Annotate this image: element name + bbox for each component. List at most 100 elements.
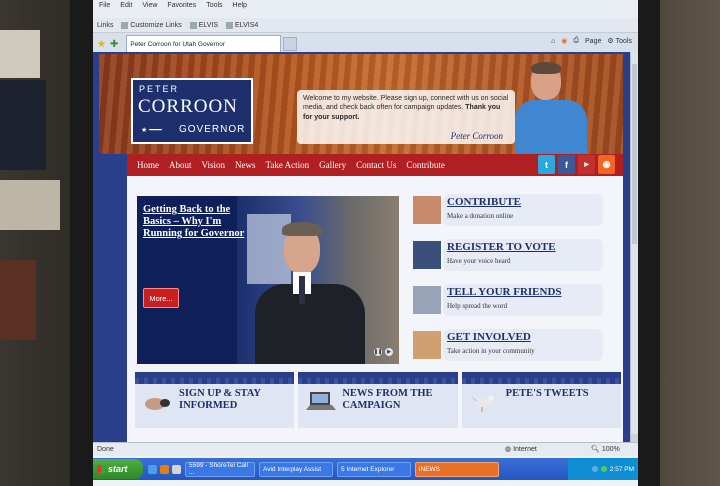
signup-block[interactable]: SIGN UP & STAY INFORMED (135, 372, 295, 428)
links-bar: Links Customize Links ELVIS ELVIS4 (93, 18, 638, 33)
register-photo (413, 241, 441, 269)
tab-current[interactable]: Peter Corroon for Utah Governor (126, 35, 282, 53)
nav-home[interactable]: Home (137, 160, 159, 170)
skyline-strip (135, 378, 295, 384)
print-icon[interactable]: ⎙ (573, 37, 579, 45)
news-block[interactable]: NEWS FROM THE CAMPAIGN (298, 372, 458, 428)
page-menu[interactable]: Page (585, 38, 601, 45)
action-title[interactable]: REGISTER TO VOTE (447, 241, 556, 253)
rss-icon[interactable]: ◉ (598, 155, 615, 174)
favorites-star-icon[interactable]: ★ (97, 39, 106, 50)
action-title[interactable]: TELL YOUR FRIENDS (447, 286, 562, 298)
menu-edit[interactable]: Edit (120, 2, 132, 16)
action-title[interactable]: CONTRIBUTE (447, 196, 521, 208)
link-customize[interactable]: Customize Links (121, 21, 182, 29)
shelf (0, 180, 60, 230)
action-title[interactable]: GET INVOLVED (447, 331, 531, 343)
bottom-blocks: SIGN UP & STAY INFORMED NEWS FROM THE CA… (135, 372, 621, 428)
task-internet-explorer[interactable]: 5 Internet Explorer (337, 461, 411, 477)
feature-photo-hair (282, 222, 322, 236)
globe-icon: ◍ (505, 446, 514, 453)
candidate-portrait (511, 62, 591, 154)
task-inews[interactable]: iNEWS (415, 461, 499, 477)
taskbar: start 5599 - ShoreTel Call ... Avid Inte… (93, 458, 638, 480)
links-label: Links (97, 21, 114, 29)
action-tell-your-friends[interactable]: TELL YOUR FRIENDS Help spread the word (413, 284, 613, 329)
nav-about[interactable]: About (169, 160, 192, 170)
wall-dark-object (0, 80, 46, 170)
windows-logo-icon (97, 465, 105, 473)
menu-view[interactable]: View (142, 2, 157, 16)
menu-file[interactable]: File (99, 2, 110, 16)
nav-contact-us[interactable]: Contact Us (356, 160, 396, 170)
scroll-down-arrow[interactable] (631, 434, 638, 442)
start-button[interactable]: start (93, 459, 143, 479)
firefox-icon[interactable] (160, 464, 169, 474)
action-subtitle: Take action in your community (447, 347, 535, 355)
feature-headline-link[interactable]: Getting Back to the Basics – Why I'm Run… (143, 204, 253, 240)
page-viewport: PETER CORROON ★ ━━━ GOVERNOR Welcome to … (93, 52, 630, 442)
menu-tools[interactable]: Tools (206, 2, 222, 16)
page-icon (121, 21, 129, 29)
scrollbar-thumb[interactable] (632, 64, 637, 244)
twitter-icon[interactable]: t (538, 155, 555, 174)
logo-office: GOVERNOR (179, 124, 246, 135)
task-shoretel[interactable]: 5599 - ShoreTel Call ... (185, 461, 255, 477)
clock: 2:57 PM (609, 465, 634, 473)
menu-bar: File Edit View Favorites Tools Help (93, 0, 638, 18)
nav-vision[interactable]: Vision (202, 160, 225, 170)
news-label: NEWS FROM THE CAMPAIGN (342, 388, 433, 412)
nav-news[interactable]: News (235, 160, 256, 170)
tools-menu[interactable]: ⚙ Tools (607, 37, 632, 46)
zoom-icon: 🔍︎ (591, 446, 602, 453)
action-get-involved[interactable]: GET INVOLVED Take action in your communi… (413, 329, 613, 374)
feeds-icon[interactable]: ◉ (561, 37, 567, 45)
action-subtitle: Make a donation online (447, 212, 514, 220)
menu-help[interactable]: Help (233, 2, 247, 16)
facebook-icon[interactable]: f (558, 155, 575, 174)
link-label: ELVIS (198, 21, 219, 29)
pause-icon[interactable]: ❚❚ (374, 348, 382, 356)
welcome-message: Welcome to my website. Please sign up, c… (297, 90, 515, 144)
security-zone: ◍ Internet (505, 445, 537, 453)
skyline-strip (461, 378, 621, 384)
ie-icon[interactable] (148, 464, 157, 474)
tweets-block[interactable]: PETE'S TWEETS (461, 372, 621, 428)
link-label: ELVIS4 (235, 21, 259, 29)
logo-last-name: CORROON (138, 96, 238, 117)
signup-label: SIGN UP & STAY INFORMED (179, 388, 261, 412)
nav-contribute[interactable]: Contribute (406, 160, 445, 170)
screen: File Edit View Favorites Tools Help Link… (93, 0, 638, 486)
link-elvis4[interactable]: ELVIS4 (226, 21, 259, 29)
status-text: Done (97, 446, 114, 453)
logo-first-name: PETER (139, 84, 180, 94)
new-tab-button[interactable] (283, 37, 298, 51)
add-favorites-icon[interactable]: ✚ (110, 39, 118, 50)
action-contribute[interactable]: CONTRIBUTE Make a donation online (413, 194, 613, 239)
nav-take-action[interactable]: Take Action (265, 160, 309, 170)
youtube-icon[interactable]: ▶ (578, 155, 595, 174)
app-icon[interactable] (172, 464, 181, 474)
nav-gallery[interactable]: Gallery (319, 160, 346, 170)
link-label: Customize Links (130, 21, 182, 29)
campaign-logo[interactable]: PETER CORROON ★ ━━━ GOVERNOR (131, 78, 253, 144)
status-bar: Done ◍ Internet 🔍︎ 100% (93, 442, 638, 456)
link-elvis[interactable]: ELVIS (189, 21, 219, 29)
portrait-hair (531, 62, 561, 74)
content-area: Getting Back to the Basics – Why I'm Run… (127, 176, 623, 442)
more-button[interactable]: More... (143, 288, 179, 308)
red-object (0, 260, 36, 340)
signature: Peter Corroon (450, 130, 503, 141)
action-register-to-vote[interactable]: REGISTER TO VOTE Have your voice heard (413, 239, 613, 284)
command-bar: ⌂ ◉ ⎙ Page ⚙ Tools (551, 37, 632, 45)
next-icon[interactable]: ▶ (385, 348, 393, 356)
volume-icon[interactable] (600, 466, 607, 472)
laptop-icon (306, 392, 337, 410)
task-interplay[interactable]: Avid Interplay Assist (259, 461, 333, 477)
menu-favorites[interactable]: Favorites (167, 2, 196, 16)
tools-menu-label: Tools (615, 37, 632, 45)
zoom-level[interactable]: 🔍︎ 100% (591, 445, 620, 453)
vertical-scrollbar[interactable] (630, 52, 638, 442)
network-icon[interactable] (591, 466, 598, 472)
home-icon[interactable]: ⌂ (551, 38, 555, 45)
